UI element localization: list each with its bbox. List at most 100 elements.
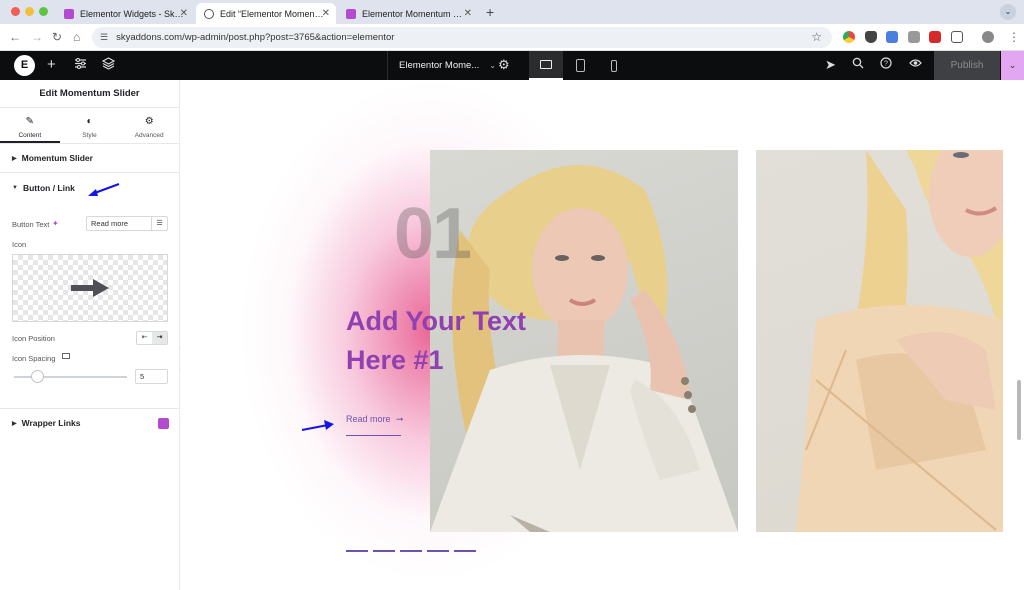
pagination-bullet[interactable]: [373, 550, 395, 552]
window-minimize-button[interactable]: [25, 7, 34, 16]
editor-panel: Edit Momentum Slider ✎ Content ◐ Style ⚙…: [0, 80, 180, 590]
elementor-logo[interactable]: E: [14, 55, 35, 76]
dynamic-tags-stack-icon[interactable]: ☰: [151, 217, 167, 230]
site-settings-sliders-icon[interactable]: [74, 57, 87, 70]
tablet-icon: [575, 59, 585, 72]
caret-right-icon: ▶: [12, 155, 17, 162]
icon-spacing-slider-handle[interactable]: [30, 370, 44, 383]
back-arrow-icon[interactable]: ←: [9, 30, 21, 44]
arrow-right-icon: ➞: [396, 414, 404, 424]
help-icon[interactable]: ?: [880, 57, 892, 69]
annotation-arrow-icon: [301, 420, 334, 431]
chevron-down-icon: ⌄: [489, 61, 496, 70]
button-text-label: Button Text: [12, 220, 50, 229]
site-settings-icon[interactable]: ☰: [100, 32, 108, 43]
dynamic-tags-sparkle-icon[interactable]: ✦: [52, 219, 59, 228]
url-text: skyaddons.com/wp-admin/post.php?post=376…: [116, 32, 395, 43]
window-maximize-button[interactable]: [39, 7, 48, 16]
extension-y-icon[interactable]: [929, 31, 941, 43]
extension-shield-icon[interactable]: [865, 31, 877, 43]
button-text-input[interactable]: Read more ☰: [86, 216, 168, 231]
tab-search-chevron-icon[interactable]: ⌄: [1000, 4, 1016, 20]
document-title: Elementor Mome...: [399, 60, 480, 71]
long-arrow-right-icon: [71, 279, 109, 297]
pagination-bullet[interactable]: [400, 550, 422, 552]
forward-arrow-icon[interactable]: →: [31, 30, 43, 44]
tab-style[interactable]: ◐ Style: [60, 108, 120, 143]
pagination-bullet[interactable]: [427, 550, 449, 552]
pagination-bullet[interactable]: [346, 550, 368, 552]
desktop-icon: [540, 60, 552, 69]
icon-position-toggle: ⇤ ⇥: [136, 331, 168, 345]
pencil-icon: ✎: [25, 116, 35, 127]
sky-addons-icon: [64, 8, 74, 19]
tab-advanced-label: Advanced: [134, 132, 164, 139]
url-input[interactable]: ☰ skyaddons.com/wp-admin/post.php?post=3…: [92, 27, 832, 48]
caret-right-icon: ▶: [12, 420, 17, 427]
icon-position-label: Icon Position: [12, 334, 55, 343]
read-more-link[interactable]: Read more ➞: [346, 414, 404, 436]
reload-icon[interactable]: ↻: [52, 30, 62, 44]
device-tablet-button[interactable]: [563, 51, 597, 80]
browser-tab-bar: Elementor Widgets - Sky Addons ✕ Edit “E…: [0, 0, 1024, 24]
button-text-value: Read more: [91, 219, 129, 228]
slider-pagination: [346, 550, 481, 552]
window-close-button[interactable]: [11, 7, 20, 16]
publish-options-chevron-icon[interactable]: ⌄: [1001, 51, 1024, 80]
icon-spacing-label: Icon Spacing: [12, 354, 56, 363]
close-icon[interactable]: ✕: [464, 8, 472, 19]
icon-position-after-icon[interactable]: ⇥: [152, 332, 167, 344]
icon-position-before-icon[interactable]: ⇤: [137, 332, 152, 344]
extension-image-icon[interactable]: [908, 31, 920, 43]
icon-picker[interactable]: [12, 254, 168, 322]
preview-eye-icon[interactable]: [909, 57, 922, 69]
publish-button[interactable]: Publish: [934, 51, 1000, 80]
close-icon[interactable]: ✕: [322, 8, 330, 19]
browser-tab-edit-momentum-slider[interactable]: Edit “Elementor Momentum Slider” ✕: [196, 3, 336, 24]
profile-avatar[interactable]: [982, 31, 994, 43]
tab-content-label: Content: [18, 132, 42, 139]
preview-canvas: 01 Add Your Text Here #1 Read more ➞: [181, 80, 1024, 590]
slide-title-line-1: Add Your Text: [346, 306, 527, 336]
icon-label: Icon: [12, 240, 27, 249]
annotation-arrow-icon: [88, 183, 120, 196]
browser-menu-icon[interactable]: ⋮: [1008, 30, 1020, 44]
page-settings-gear-icon[interactable]: ⚙: [498, 57, 510, 73]
home-icon[interactable]: ⌂: [73, 30, 80, 44]
device-mobile-button[interactable]: [597, 51, 631, 80]
gear-icon: ⚙: [144, 116, 154, 127]
tab-content[interactable]: ✎ Content: [0, 108, 60, 143]
section-label: Wrapper Links: [21, 418, 81, 428]
mobile-icon: [611, 59, 617, 72]
icon-spacing-input[interactable]: 5: [135, 369, 168, 384]
browser-tab-momentum-slider[interactable]: Elementor Momentum Slider ✕: [338, 3, 478, 24]
add-element-icon[interactable]: +: [47, 57, 56, 73]
tab-advanced[interactable]: ⚙ Advanced: [119, 108, 179, 143]
elementor-top-bar: E + Elementor Mome... ⌄ ⚙ ➤ ? Publish ⌄: [0, 51, 1024, 80]
notifications-rocket-icon[interactable]: ➤: [825, 57, 836, 73]
section-wrapper-links[interactable]: ▶ Wrapper Links: [0, 408, 179, 437]
tab-title: Edit “Elementor Momentum Slider”: [220, 8, 324, 19]
slide-title: Add Your Text Here #1: [346, 302, 576, 380]
device-desktop-button[interactable]: [529, 51, 563, 80]
finder-search-icon[interactable]: [852, 57, 864, 69]
extension-color-icon[interactable]: [843, 31, 855, 43]
extension-translate-icon[interactable]: [886, 31, 898, 43]
pagination-bullet[interactable]: [454, 550, 476, 552]
browser-tab-elementor-widgets[interactable]: Elementor Widgets - Sky Addons ✕: [56, 3, 194, 24]
extensions-puzzle-icon[interactable]: [951, 31, 963, 43]
tab-style-label: Style: [82, 132, 97, 139]
structure-layers-icon[interactable]: [102, 57, 115, 70]
browser-address-bar: ← → ↻ ⌂ ☰ skyaddons.com/wp-admin/post.ph…: [0, 24, 1024, 51]
svg-text:?: ?: [884, 61, 888, 68]
panel-tabs: ✎ Content ◐ Style ⚙ Advanced: [0, 108, 179, 144]
woman-portrait-illustration: [796, 150, 1003, 532]
close-icon[interactable]: ✕: [180, 8, 188, 19]
sky-addons-icon: [346, 8, 356, 19]
bookmark-star-icon[interactable]: ☆: [811, 30, 822, 44]
section-momentum-slider[interactable]: ▶ Momentum Slider: [0, 144, 179, 173]
canvas-scrollbar[interactable]: [1017, 380, 1021, 440]
new-tab-button[interactable]: +: [486, 4, 494, 20]
responsive-desktop-icon[interactable]: [62, 353, 70, 359]
section-label: Button / Link: [22, 182, 75, 193]
